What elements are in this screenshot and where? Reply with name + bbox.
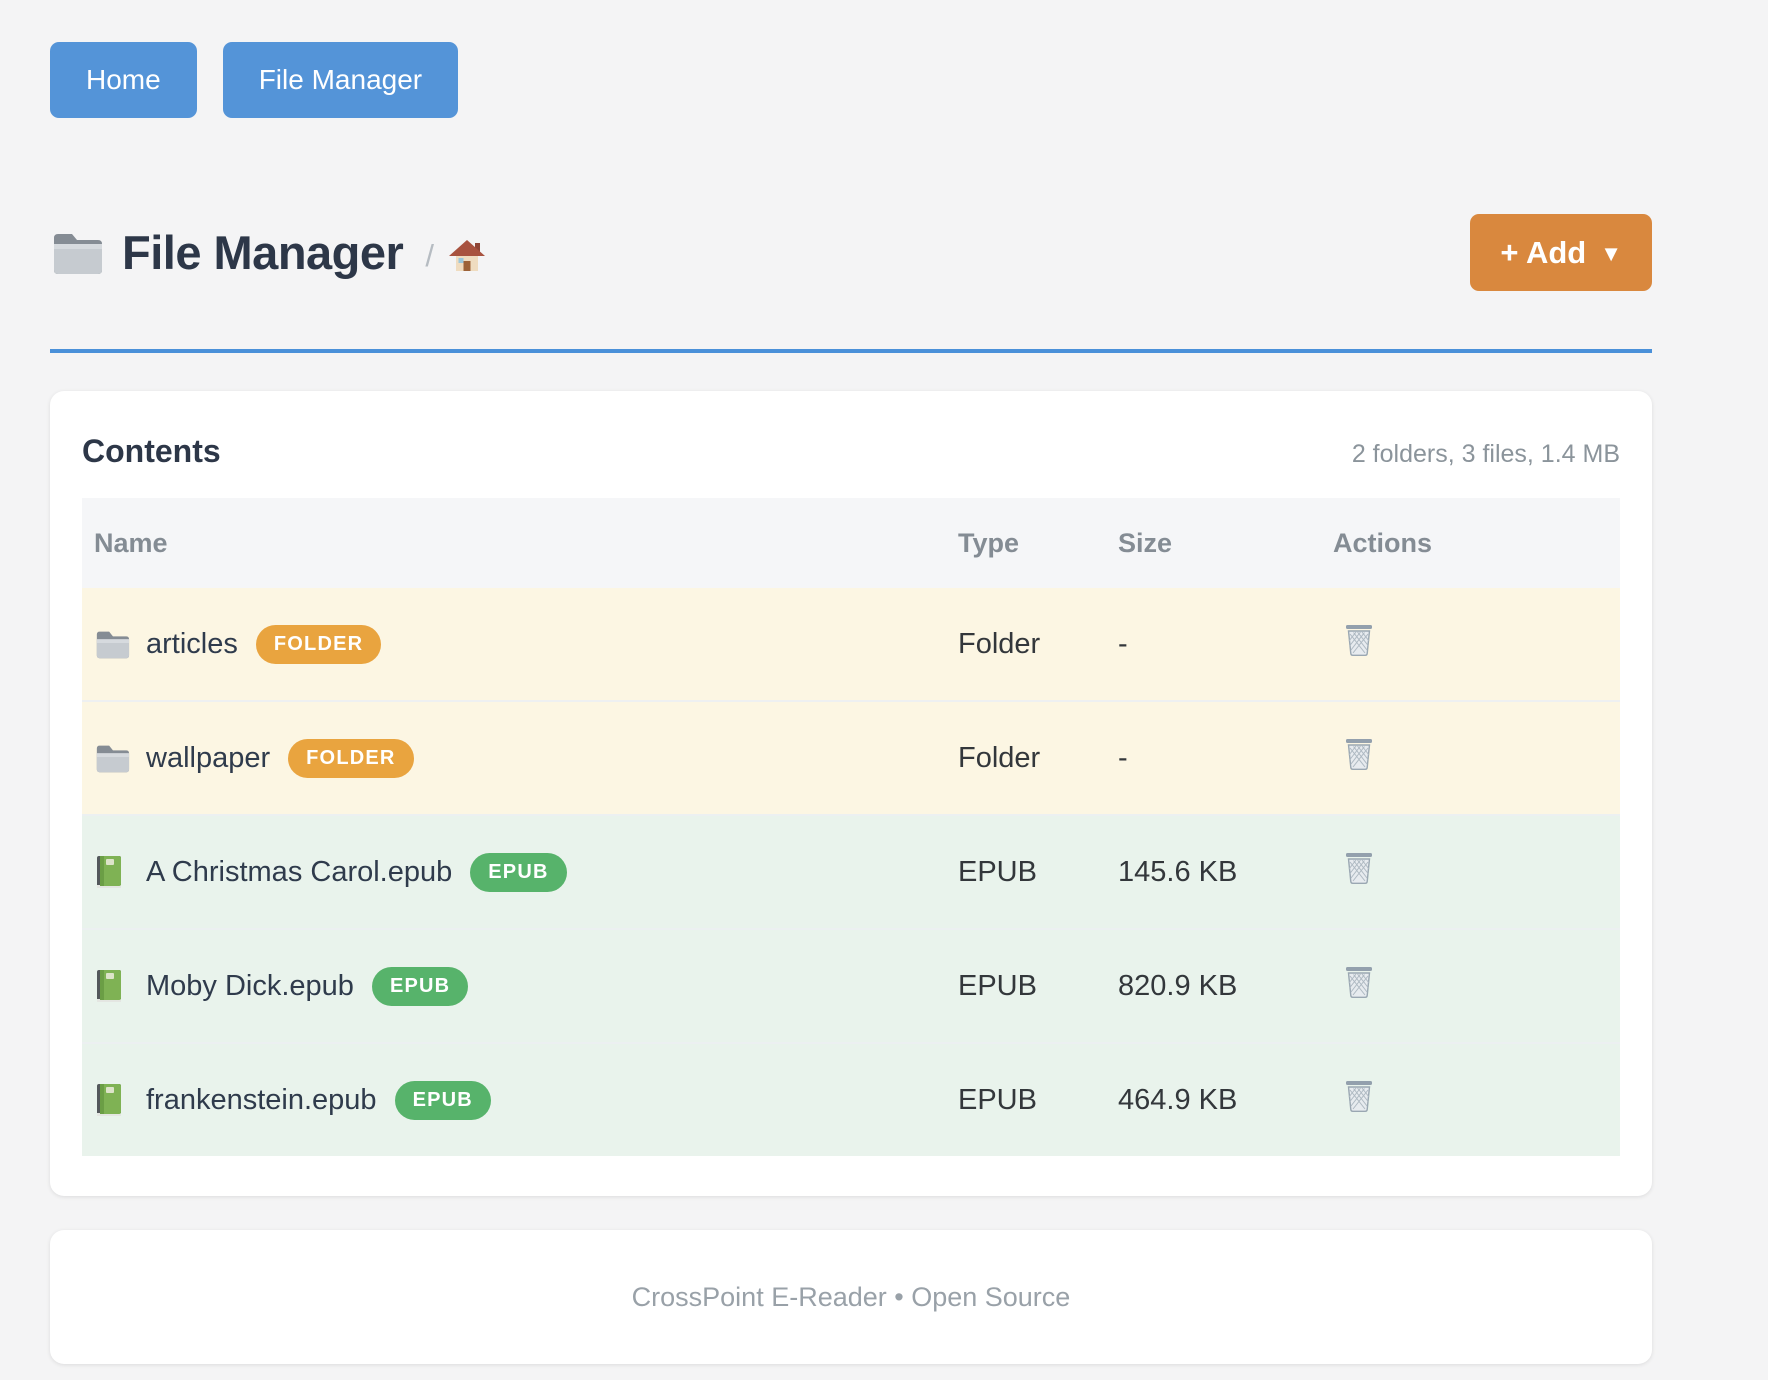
file-name[interactable]: Moby Dick.epub <box>146 970 354 1003</box>
breadcrumb-separator: / <box>425 238 434 274</box>
name-cell: articles FOLDER <box>82 625 948 664</box>
book-icon <box>94 1083 130 1117</box>
contents-summary: 2 folders, 3 files, 1.4 MB <box>1352 440 1620 469</box>
page-title: File Manager <box>122 225 403 280</box>
size-cell: 464.9 KB <box>1108 1084 1323 1117</box>
size-cell: 820.9 KB <box>1108 970 1323 1003</box>
type-cell: EPUB <box>948 856 1108 889</box>
folder-icon <box>94 627 130 661</box>
file-name[interactable]: frankenstein.epub <box>146 1084 377 1117</box>
type-cell: Folder <box>948 742 1108 775</box>
delete-button[interactable] <box>1345 1080 1373 1113</box>
trash-icon <box>1345 1080 1373 1113</box>
name-cell: A Christmas Carol.epub EPUB <box>82 853 948 892</box>
column-header-size: Size <box>1108 528 1323 559</box>
size-cell: - <box>1108 628 1323 661</box>
table-row: articles FOLDER Folder - <box>82 588 1620 700</box>
file-manager-page: Home File Manager File Manager / <box>0 0 1768 1380</box>
nav-button-file-manager[interactable]: File Manager <box>223 42 458 118</box>
table-row: Moby Dick.epub EPUB EPUB 820.9 KB <box>82 928 1620 1042</box>
table-row: wallpaper FOLDER Folder - <box>82 700 1620 814</box>
column-header-name: Name <box>82 528 948 559</box>
trash-icon <box>1345 966 1373 999</box>
type-cell: EPUB <box>948 1084 1108 1117</box>
actions-cell <box>1323 624 1620 665</box>
column-header-actions: Actions <box>1323 528 1620 559</box>
contents-card: Contents 2 folders, 3 files, 1.4 MB Name… <box>50 391 1652 1196</box>
footer-card: CrossPoint E-Reader • Open Source <box>50 1230 1652 1364</box>
type-badge: FOLDER <box>256 625 381 664</box>
book-icon <box>94 969 130 1003</box>
page-title-group: File Manager / <box>50 225 486 280</box>
name-cell: Moby Dick.epub EPUB <box>82 967 948 1006</box>
caret-down-icon: ▼ <box>1600 241 1622 267</box>
book-icon <box>94 855 130 889</box>
actions-cell <box>1323 738 1620 779</box>
delete-button[interactable] <box>1345 738 1373 771</box>
delete-button[interactable] <box>1345 966 1373 999</box>
type-badge: EPUB <box>372 967 468 1006</box>
nav-bar: Home File Manager <box>50 42 1652 118</box>
add-button-label: + Add <box>1500 235 1586 271</box>
contents-header: Contents 2 folders, 3 files, 1.4 MB <box>82 433 1620 470</box>
actions-cell <box>1323 966 1620 1007</box>
file-name[interactable]: A Christmas Carol.epub <box>146 856 452 889</box>
type-badge: FOLDER <box>288 739 413 778</box>
size-cell: - <box>1108 742 1323 775</box>
delete-button[interactable] <box>1345 852 1373 885</box>
add-button[interactable]: + Add ▼ <box>1470 214 1652 291</box>
trash-icon <box>1345 738 1373 771</box>
name-cell: wallpaper FOLDER <box>82 739 948 778</box>
trash-icon <box>1345 852 1373 885</box>
type-badge: EPUB <box>470 853 566 892</box>
folder-icon <box>94 741 130 775</box>
name-cell: frankenstein.epub EPUB <box>82 1081 948 1120</box>
file-name[interactable]: wallpaper <box>146 742 270 775</box>
column-header-type: Type <box>948 528 1108 559</box>
table-body: articles FOLDER Folder - <box>82 588 1620 1156</box>
size-cell: 145.6 KB <box>1108 856 1323 889</box>
delete-button[interactable] <box>1345 624 1373 657</box>
actions-cell <box>1323 852 1620 893</box>
footer-text: CrossPoint E-Reader • Open Source <box>632 1282 1071 1313</box>
table-header-row: Name Type Size Actions <box>82 498 1620 588</box>
contents-heading: Contents <box>82 433 221 470</box>
type-cell: EPUB <box>948 970 1108 1003</box>
trash-icon <box>1345 624 1373 657</box>
type-cell: Folder <box>948 628 1108 661</box>
type-badge: EPUB <box>395 1081 491 1120</box>
table-row: A Christmas Carol.epub EPUB EPUB 145.6 K… <box>82 814 1620 928</box>
table-row: frankenstein.epub EPUB EPUB 464.9 KB <box>82 1042 1620 1156</box>
header-divider <box>50 349 1652 353</box>
actions-cell <box>1323 1080 1620 1121</box>
file-table: Name Type Size Actions <box>82 498 1620 1156</box>
house-icon[interactable] <box>448 239 486 275</box>
nav-button-home[interactable]: Home <box>50 42 197 118</box>
page-header: File Manager / + Add ▼ <box>50 214 1652 291</box>
file-name[interactable]: articles <box>146 628 238 661</box>
folder-icon <box>50 229 104 276</box>
